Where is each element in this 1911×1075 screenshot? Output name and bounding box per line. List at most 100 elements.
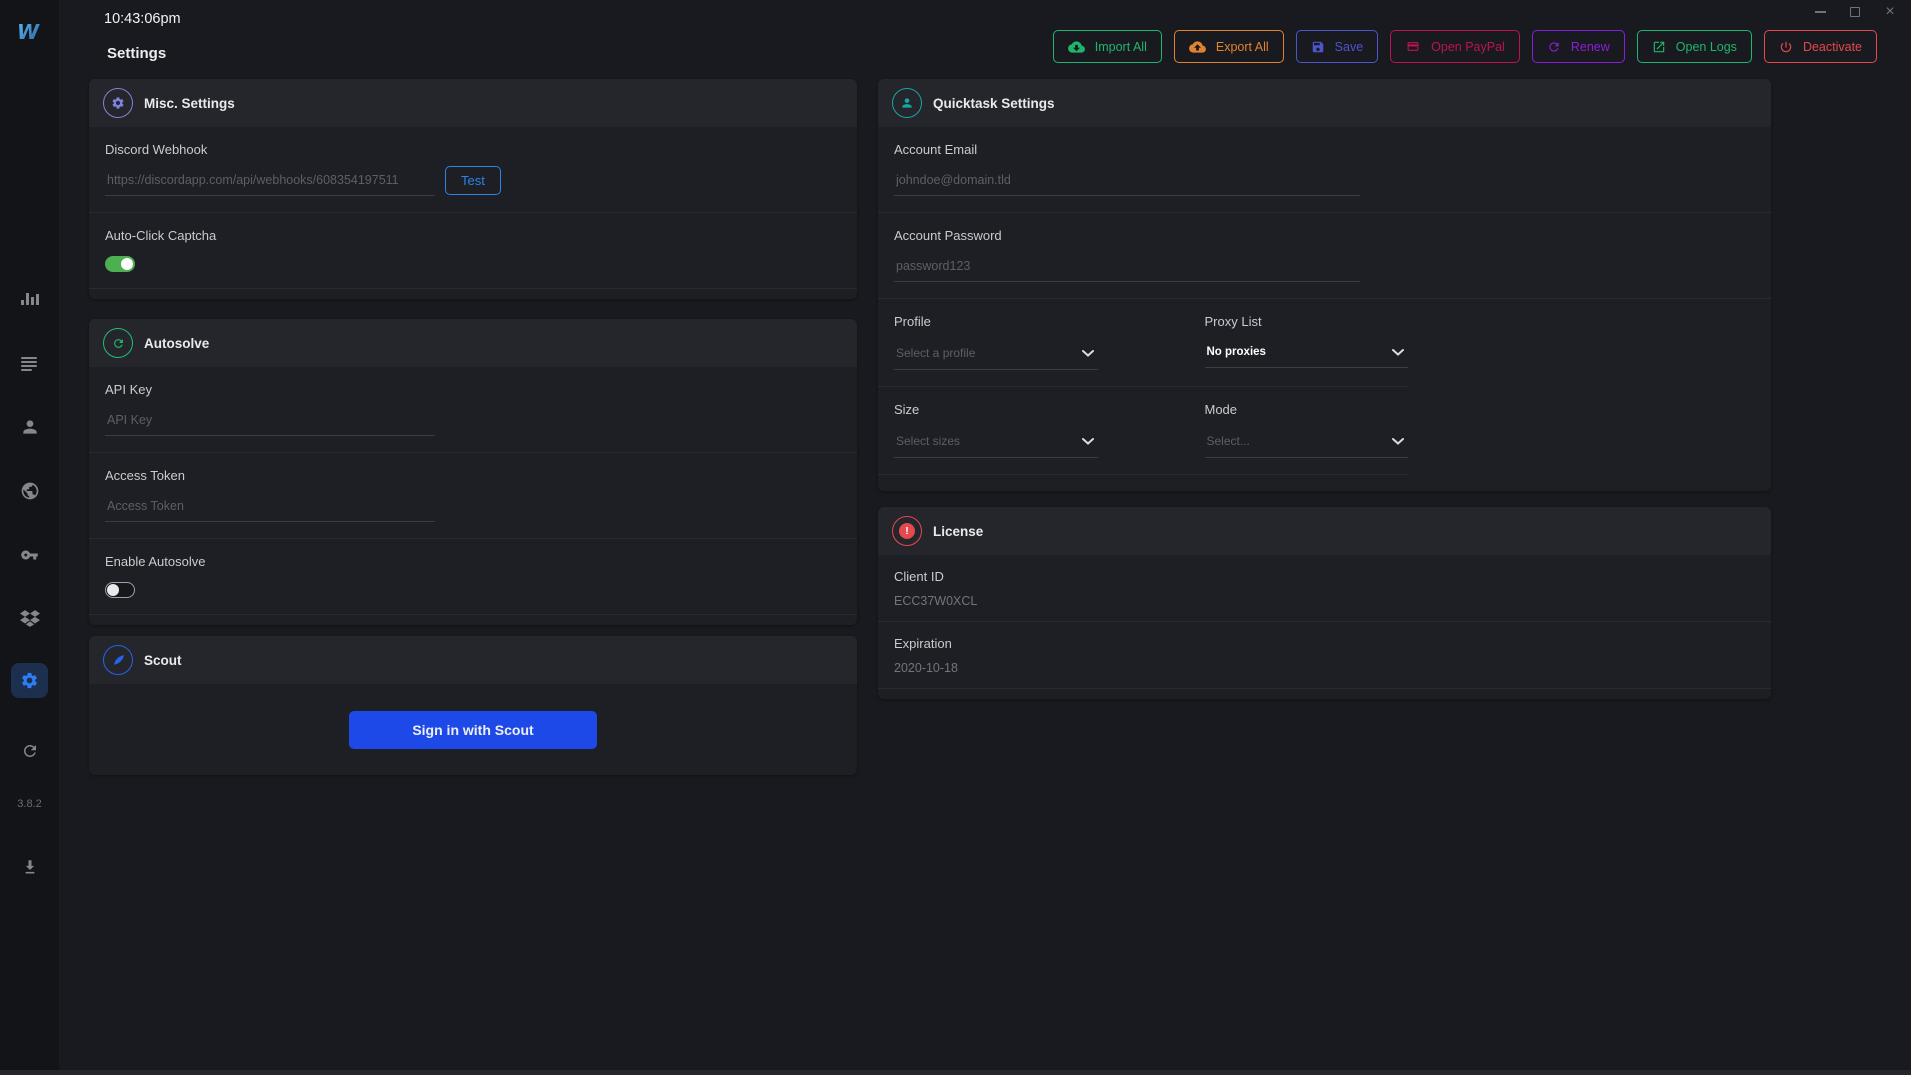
expiration-value: 2020-10-18 [894,661,1755,675]
api-key-input[interactable] [105,410,435,436]
right-column: Quicktask Settings Account Email Account… [878,79,1771,699]
button-label: Export All [1216,40,1269,54]
chevron-down-icon [1392,349,1404,356]
sign-in-with-scout-button[interactable]: Sign in with Scout [349,711,597,749]
sidebar-item-download[interactable] [0,853,59,881]
toggle-knob [121,258,133,270]
card-title: Quicktask Settings [933,96,1055,111]
license-header: ! License [878,507,1771,555]
card-title: License [933,524,983,539]
logo-w-icon: W [15,18,45,46]
expiration-row: Expiration 2020-10-18 [878,622,1771,688]
scout-header: Scout [89,636,857,684]
sidebar-item-accounts[interactable] [0,541,59,569]
card-title: Scout [144,653,182,668]
size-field: Size Select sizes [894,402,1098,458]
button-label: Open Logs [1676,40,1737,54]
autosolve-header: Autosolve [89,319,857,367]
account-password-input[interactable] [894,256,1360,282]
chart-bars-icon [20,290,40,306]
enable-autosolve-row: Enable Autosolve [89,539,857,614]
profile-select[interactable]: Select a profile [894,342,1098,370]
access-token-input[interactable] [105,496,435,522]
select-value: Select sizes [896,434,960,448]
credit-card-icon [1405,40,1421,53]
profile-field: Profile Select a profile [894,314,1098,370]
account-email-input[interactable] [894,170,1360,196]
field-label: Profile [894,314,1098,329]
renew-button[interactable]: Renew [1532,30,1625,63]
mode-select[interactable]: Select... [1205,430,1409,458]
save-icon [1311,40,1325,54]
close-icon[interactable]: × [1883,4,1897,20]
app-version: 3.8.2 [0,798,59,810]
discord-webhook-row: Discord Webhook Test [89,127,857,212]
cloud-download-icon [1068,40,1085,54]
download-icon [21,858,39,876]
quicktask-selects: Profile Select a profile Proxy List No p… [878,299,1408,475]
key-icon [19,546,40,564]
field-label: Auto-Click Captcha [105,228,841,243]
save-button[interactable]: Save [1296,30,1379,63]
sidebar-item-settings[interactable] [11,663,48,698]
refresh-icon [21,742,39,760]
account-email-row: Account Email [878,127,1771,212]
minimize-icon[interactable] [1813,4,1827,20]
toggle-knob [107,584,119,596]
client-id-value: ECC37W0XCL [894,594,1755,608]
misc-settings-header: Misc. Settings [89,79,857,127]
button-label: Open PayPal [1431,40,1505,54]
field-label: Size [894,402,1098,417]
import-all-button[interactable]: Import All [1053,30,1162,63]
cloud-upload-icon [1189,40,1206,54]
person-icon [892,88,922,118]
button-label: Import All [1095,40,1147,54]
power-icon [1779,40,1793,54]
field-label: Mode [1205,402,1409,417]
auto-click-captcha-row: Auto-Click Captcha [89,213,857,288]
deactivate-button[interactable]: Deactivate [1764,30,1877,63]
select-value: No proxies [1207,346,1266,358]
sidebar-item-restart[interactable] [0,737,59,765]
sidebar-item-analytics[interactable] [0,284,59,312]
select-value: Select a profile [896,346,975,360]
open-logs-button[interactable]: Open Logs [1637,30,1752,63]
api-key-row: API Key [89,367,857,452]
sidebar-item-tasks[interactable] [0,350,59,378]
refresh-icon [103,328,133,358]
field-label: Access Token [105,468,841,483]
alert-icon: ! [892,516,922,546]
card-title: Autosolve [144,336,209,351]
person-icon [20,417,40,437]
sidebar-item-dropbox[interactable] [0,604,59,632]
button-label: Save [1335,40,1364,54]
quicktask-header: Quicktask Settings [878,79,1771,127]
field-label: API Key [105,382,841,397]
enable-autosolve-toggle[interactable] [105,582,135,598]
field-label: Expiration [894,636,1755,651]
discord-webhook-input[interactable] [105,170,435,196]
toolbar: Import All Export All Save Open PayPal R… [1053,30,1877,63]
globe-icon [20,481,40,501]
export-all-button[interactable]: Export All [1174,30,1284,63]
sidebar-item-profiles[interactable] [0,413,59,441]
proxy-list-select[interactable]: No proxies [1205,342,1409,368]
open-paypal-button[interactable]: Open PayPal [1390,30,1520,63]
scout-body: Sign in with Scout [89,684,857,775]
account-password-row: Account Password [878,213,1771,298]
external-link-icon [1652,40,1666,54]
left-column: Misc. Settings Discord Webhook Test Auto… [89,79,857,775]
access-token-row: Access Token [89,453,857,538]
gear-icon [20,671,39,690]
proxy-list-field: Proxy List No proxies [1205,314,1409,370]
maximize-icon[interactable] [1848,4,1862,20]
chevron-down-icon [1392,438,1404,445]
sidebar-item-proxies[interactable] [0,477,59,505]
license-card: ! License Client ID ECC37W0XCL Expiratio… [878,507,1771,699]
auto-click-captcha-toggle[interactable] [105,256,135,272]
window-controls: × [1813,4,1897,20]
gear-icon [103,88,133,118]
test-webhook-button[interactable]: Test [445,166,501,195]
size-select[interactable]: Select sizes [894,430,1098,458]
window-bottom-edge [0,1070,1911,1075]
